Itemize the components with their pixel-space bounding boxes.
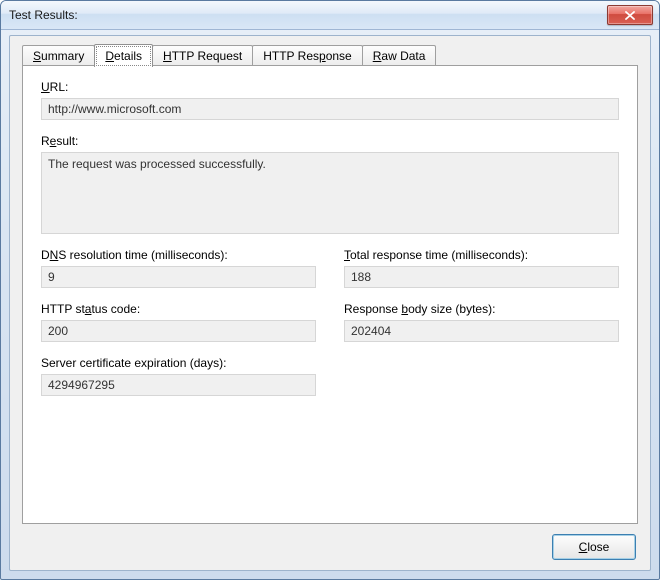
window-title: Test Results: (9, 8, 607, 22)
dialog-window: Test Results: Summary Details HTTP Reque… (0, 0, 660, 580)
body-size-field[interactable]: 202404 (344, 320, 619, 342)
close-icon (625, 11, 635, 20)
tabstrip: Summary Details HTTP Request HTTP Respon… (22, 44, 638, 66)
client-area: Summary Details HTTP Request HTTP Respon… (9, 35, 651, 571)
status-code-label: HTTP status code: (41, 302, 316, 316)
total-time-label: Total response time (milliseconds): (344, 248, 619, 262)
tab-details[interactable]: Details (94, 44, 153, 67)
tab-http-request[interactable]: HTTP Request (152, 45, 253, 66)
dns-label: DNS resolution time (milliseconds): (41, 248, 316, 262)
status-code-field[interactable]: 200 (41, 320, 316, 342)
cert-exp-field[interactable]: 4294967295 (41, 374, 316, 396)
tab-raw-data[interactable]: Raw Data (362, 45, 437, 66)
cert-exp-label: Server certificate expiration (days): (41, 356, 316, 370)
url-field[interactable]: http://www.microsoft.com (41, 98, 619, 120)
result-label: Result: (41, 134, 619, 148)
tab-summary[interactable]: Summary (22, 45, 95, 66)
window-close-button[interactable] (607, 5, 653, 25)
result-field[interactable]: The request was processed successfully. (41, 152, 619, 234)
dns-field[interactable]: 9 (41, 266, 316, 288)
tab-panel-details: URL: http://www.microsoft.com Result: Th… (22, 65, 638, 524)
dialog-footer: Close (552, 534, 636, 560)
close-button-label: lose (587, 540, 609, 554)
url-label: URL: (41, 80, 619, 94)
total-time-field[interactable]: 188 (344, 266, 619, 288)
titlebar[interactable]: Test Results: (1, 1, 659, 30)
tab-http-response[interactable]: HTTP Response (252, 45, 363, 66)
close-button[interactable]: Close (552, 534, 636, 560)
body-size-label: Response body size (bytes): (344, 302, 619, 316)
